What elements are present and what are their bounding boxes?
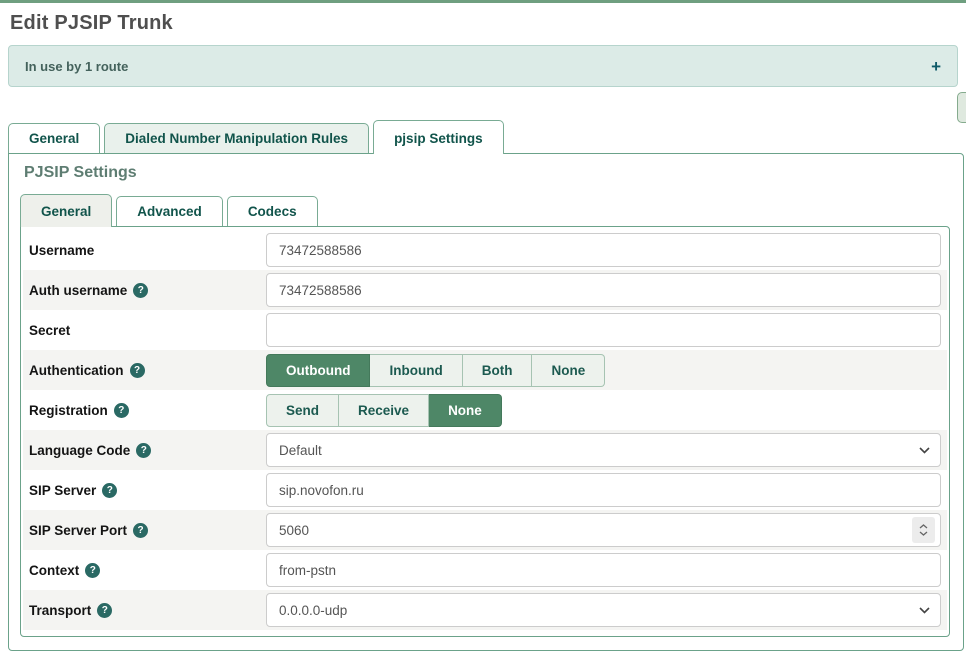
authentication-btnset: Outbound Inbound Both None [266, 354, 605, 387]
username-label-col: Username [28, 243, 266, 258]
form-row-sip-server: SIP Server ? [23, 470, 947, 510]
tab-dialed-number-manipulation-rules[interactable]: Dialed Number Manipulation Rules [104, 123, 369, 153]
authentication-label: Authentication [29, 363, 124, 378]
top-navbar-edge [0, 0, 966, 3]
authentication-option-both[interactable]: Both [463, 354, 533, 387]
context-input[interactable] [266, 553, 941, 587]
page-title: Edit PJSIP Trunk [10, 12, 966, 35]
sip-server-label: SIP Server [29, 483, 96, 498]
auth-username-input[interactable] [266, 273, 941, 307]
username-input[interactable] [266, 233, 941, 267]
form-row-auth-username: Auth username ? [23, 270, 947, 310]
help-icon[interactable]: ? [130, 363, 145, 378]
secret-input[interactable] [266, 313, 941, 347]
form-row-username: Username [23, 230, 947, 270]
pjsip-general-form: Username Auth username ? Secret [20, 226, 950, 637]
help-icon[interactable]: ? [102, 483, 117, 498]
language-code-label: Language Code [29, 443, 130, 458]
subtab-codecs[interactable]: Codecs [227, 196, 318, 226]
transport-label: Transport [29, 603, 91, 618]
form-row-transport: Transport ? 0.0.0.0-udp [23, 590, 947, 630]
help-icon[interactable]: ? [133, 523, 148, 538]
help-icon[interactable]: ? [133, 283, 148, 298]
expand-plus-icon[interactable]: + [931, 58, 941, 75]
registration-label-col: Registration ? [28, 403, 266, 418]
usage-panel[interactable]: In use by 1 route + [8, 45, 958, 87]
context-label: Context [29, 563, 79, 578]
form-row-language-code: Language Code ? Default [23, 430, 947, 470]
sip-server-port-input[interactable]: 5060 [266, 513, 941, 547]
registration-btnset: Send Receive None [266, 394, 502, 427]
form-row-secret: Secret [23, 310, 947, 350]
tab-general[interactable]: General [8, 123, 100, 153]
auth-username-label: Auth username [29, 283, 127, 298]
sip-server-port-label-col: SIP Server Port ? [28, 523, 266, 538]
help-icon[interactable]: ? [136, 443, 151, 458]
form-row-authentication: Authentication ? Outbound Inbound Both N… [23, 350, 947, 390]
sip-server-input[interactable] [266, 473, 941, 507]
registration-label: Registration [29, 403, 108, 418]
number-spinner[interactable] [912, 517, 935, 543]
subtab-general[interactable]: General [20, 194, 112, 227]
authentication-option-inbound[interactable]: Inbound [370, 354, 462, 387]
chevron-down-icon [919, 607, 930, 614]
registration-option-receive[interactable]: Receive [339, 394, 429, 427]
subtab-advanced[interactable]: Advanced [116, 196, 223, 226]
pjsip-settings-panel: PJSIP Settings General Advanced Codecs U… [8, 153, 964, 651]
registration-option-none[interactable]: None [429, 394, 502, 427]
form-row-sip-server-port: SIP Server Port ? 5060 [23, 510, 947, 550]
chevron-down-icon [919, 447, 930, 454]
language-code-label-col: Language Code ? [28, 443, 266, 458]
authentication-label-col: Authentication ? [28, 363, 266, 378]
pjsip-subtabbar: General Advanced Codecs [20, 194, 950, 226]
registration-option-send[interactable]: Send [266, 394, 339, 427]
username-label: Username [29, 243, 94, 258]
language-code-select[interactable]: Default [266, 433, 941, 467]
transport-value: 0.0.0.0-udp [279, 603, 347, 618]
help-icon[interactable]: ? [85, 563, 100, 578]
usage-text: In use by 1 route [25, 59, 128, 74]
sip-server-port-value: 5060 [279, 523, 309, 538]
authentication-option-none[interactable]: None [532, 354, 605, 387]
clipped-right-button[interactable] [957, 92, 966, 123]
transport-select[interactable]: 0.0.0.0-udp [266, 593, 941, 627]
form-row-context: Context ? [23, 550, 947, 590]
main-tabbar: General Dialed Number Manipulation Rules… [8, 120, 966, 153]
language-code-value: Default [279, 443, 322, 458]
help-icon[interactable]: ? [114, 403, 129, 418]
help-icon[interactable]: ? [97, 603, 112, 618]
sip-server-label-col: SIP Server ? [28, 483, 266, 498]
pjsip-settings-heading: PJSIP Settings [24, 164, 950, 182]
secret-label-col: Secret [28, 323, 266, 338]
form-row-registration: Registration ? Send Receive None [23, 390, 947, 430]
tab-pjsip-settings[interactable]: pjsip Settings [373, 120, 504, 154]
transport-label-col: Transport ? [28, 603, 266, 618]
secret-label: Secret [29, 323, 70, 338]
auth-username-label-col: Auth username ? [28, 283, 266, 298]
context-label-col: Context ? [28, 563, 266, 578]
authentication-option-outbound[interactable]: Outbound [266, 354, 370, 387]
sip-server-port-label: SIP Server Port [29, 523, 127, 538]
